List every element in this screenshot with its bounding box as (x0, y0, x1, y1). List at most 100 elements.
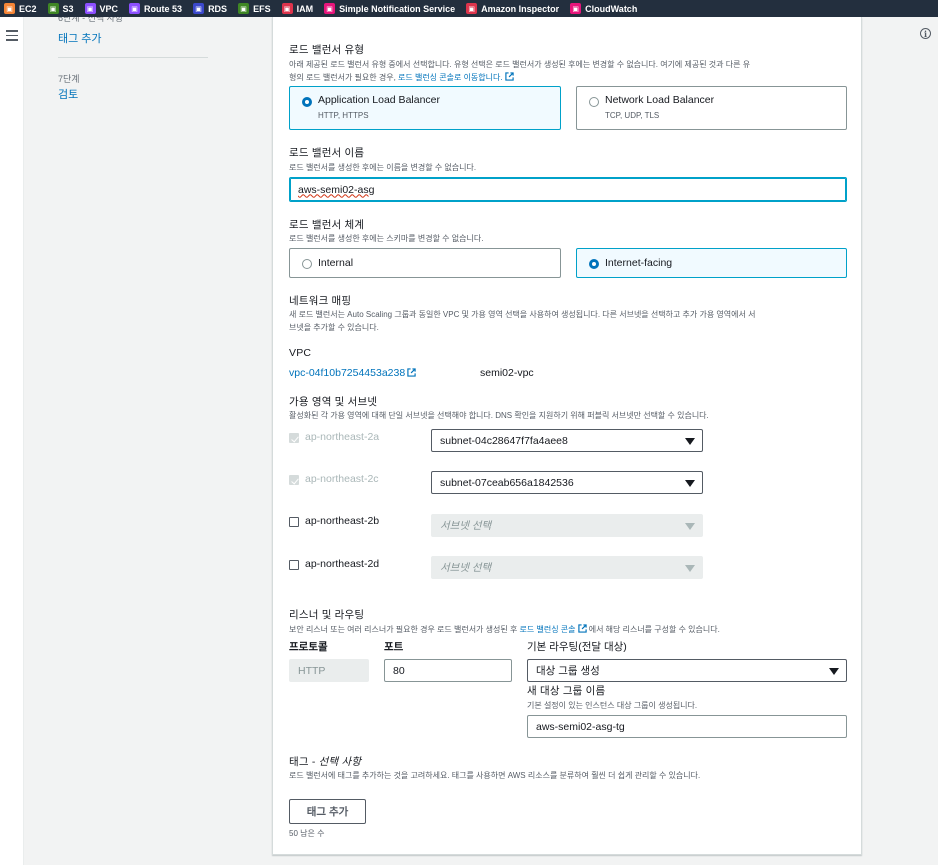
info-icon[interactable]: i (920, 28, 931, 39)
az-2c-checkbox[interactable] (289, 475, 299, 485)
step-add-tags-link[interactable]: 태그 추가 (58, 30, 102, 46)
lb-type-description: 아래 제공된 로드 밸런서 유형 중에서 선택합니다. 유형 선택은 로드 밸런… (289, 60, 751, 82)
az-2c-subnet-select[interactable]: subnet-07ceab656a1842536 (431, 471, 703, 494)
favorite-iam[interactable]: ▣ IAM (281, 3, 314, 14)
port-column-header: 포트 (384, 641, 404, 653)
menu-icon[interactable] (6, 30, 18, 44)
step-divider (58, 57, 208, 58)
lb-console-link[interactable]: 로드 밸런싱 콘솔로 이동합니다. (398, 73, 503, 82)
wizard-steps: 6단계 - 선택 사항 태그 추가 7단계 검토 (24, 17, 224, 865)
favorite-label: S3 (62, 3, 74, 14)
efs-icon: ▣ (238, 3, 250, 14)
chevron-down-icon (685, 564, 695, 572)
protocol-field: HTTP (289, 659, 369, 682)
vpc-icon: ▣ (84, 3, 96, 14)
cloudwatch-icon: ▣ (570, 3, 582, 14)
alb-radio[interactable] (302, 97, 312, 107)
scheme-internal-tile[interactable]: Internal (289, 248, 561, 278)
chevron-down-icon (685, 522, 695, 530)
favorite-label: CloudWatch (585, 3, 638, 14)
chevron-down-icon (685, 479, 695, 487)
favorite-s3[interactable]: ▣ S3 (47, 3, 74, 14)
favorite-route53[interactable]: ▣ Route 53 (129, 3, 182, 14)
routing-column-header: 기본 라우팅(전달 대상) (527, 641, 627, 653)
lb-name-input[interactable]: aws-semi02-asg (289, 177, 847, 202)
network-mapping-heading: 네트워크 매핑 (289, 295, 352, 307)
favorite-label: EFS (253, 3, 271, 14)
external-link-icon (504, 72, 514, 81)
lb-console-link-2[interactable]: 로드 밸런싱 콘솔 (520, 625, 576, 634)
favorite-label: RDS (208, 3, 228, 14)
internal-radio[interactable] (302, 259, 312, 269)
ec2-icon: ▣ (4, 3, 15, 14)
favorite-vpc[interactable]: ▣ VPC (84, 3, 118, 14)
az-2a-checkbox[interactable] (289, 433, 299, 443)
side-nav-gutter (0, 17, 24, 865)
vpc-id-link[interactable]: vpc-04f10b7254453a238 (289, 367, 416, 379)
favorites-bar: ▣ EC2 ▣ S3 ▣ VPC ▣ Route 53 ▣ RDS ▣ EFS ▣ IAM ▣ Simple … (0, 0, 938, 17)
tags-heading: 태그 - 선택 사항 (289, 756, 362, 768)
favorite-efs[interactable]: ▣ EFS (238, 3, 271, 14)
step-7-label: 7단계 (58, 74, 80, 84)
alb-option-tile[interactable]: Application Load Balancer HTTP, HTTPS (289, 86, 561, 130)
routing-select[interactable]: 대상 그룹 생성 (527, 659, 847, 682)
az-2a-label: ap-northeast-2a (305, 431, 380, 443)
step-6-label: 6단계 - 선택 사항 (58, 17, 124, 23)
lb-scheme-description: 로드 밸런서를 생성한 후에는 스키마를 변경할 수 없습니다. (289, 234, 484, 243)
internet-facing-radio[interactable] (589, 259, 599, 269)
listeners-heading: 리스너 및 라우팅 (289, 609, 365, 621)
chevron-down-icon (829, 667, 839, 675)
nlb-protocols: TCP, UDP, TLS (605, 111, 660, 120)
favorite-cloudwatch[interactable]: ▣ CloudWatch (570, 3, 637, 14)
lb-name-value: aws-semi02-asg (298, 183, 375, 196)
route53-icon: ▣ (129, 3, 141, 14)
az-2a-subnet-select[interactable]: subnet-04c28647f7fa4aee8 (431, 429, 703, 452)
favorite-label: Amazon Inspector (481, 3, 560, 14)
lb-name-heading: 로드 밸런서 이름 (289, 147, 365, 159)
tags-description: 로드 밸런서에 태그를 추가하는 것을 고려하세요. 태그를 사용하면 AWS … (289, 771, 701, 780)
target-group-name-input[interactable]: aws-semi02-asg-tg (527, 715, 847, 738)
vpc-name: semi02-vpc (480, 367, 534, 379)
new-target-group-description: 기본 설정이 있는 인스턴스 대상 그룹이 생성됩니다. (527, 701, 698, 710)
az-heading: 가용 영역 및 서브넷 (289, 396, 378, 408)
az-2d-label: ap-northeast-2d (305, 558, 380, 570)
favorite-inspector[interactable]: ▣ Amazon Inspector (466, 3, 559, 14)
network-mapping-description: 새 로드 밸런서는 Auto Scaling 그룹과 동일한 VPC 및 가용 … (289, 310, 756, 332)
vpc-label: VPC (289, 347, 312, 359)
lb-name-description: 로드 밸런서를 생성한 후에는 이름을 변경할 수 없습니다. (289, 163, 477, 172)
add-tag-button[interactable]: 태그 추가 (289, 799, 366, 824)
chevron-down-icon (685, 437, 695, 445)
nlb-option-tile[interactable]: Network Load Balancer TCP, UDP, TLS (576, 86, 847, 130)
scheme-internet-facing-tile[interactable]: Internet-facing (576, 248, 847, 278)
internet-facing-label: Internet-facing (605, 257, 673, 269)
az-2b-label: ap-northeast-2b (305, 515, 380, 527)
tags-remaining: 50 남은 수 (289, 829, 325, 838)
iam-icon: ▣ (281, 3, 293, 14)
load-balancer-panel: 로드 밸런서 유형 아래 제공된 로드 밸런서 유형 중에서 선택합니다. 유형… (272, 17, 862, 855)
az-2b-subnet-select: 서브넷 선택 (431, 514, 703, 537)
s3-icon: ▣ (47, 3, 59, 14)
internal-label: Internal (318, 257, 354, 269)
inspector-icon: ▣ (466, 3, 478, 14)
nlb-radio[interactable] (589, 97, 599, 107)
favorite-ec2[interactable]: ▣ EC2 (4, 3, 37, 14)
favorite-label: Route 53 (144, 3, 183, 14)
external-link-icon (577, 624, 587, 633)
favorite-rds[interactable]: ▣ RDS (193, 3, 227, 14)
favorite-sns[interactable]: ▣ Simple Notification Service (324, 3, 455, 14)
favorite-label: IAM (296, 3, 314, 14)
step-review-link[interactable]: 검토 (58, 86, 78, 102)
port-input[interactable]: 80 (384, 659, 512, 682)
new-target-group-label: 새 대상 그룹 이름 (527, 685, 606, 697)
alb-title: Application Load Balancer (318, 94, 441, 106)
listeners-description: 보안 리스너 또는 여러 리스너가 필요한 경우 로드 밸런서가 생성된 후 로… (289, 624, 720, 634)
protocol-column-header: 프로토콜 (289, 641, 328, 653)
favorite-label: Simple Notification Service (339, 3, 456, 14)
az-2b-checkbox[interactable] (289, 517, 299, 527)
az-2d-checkbox[interactable] (289, 560, 299, 570)
nlb-title: Network Load Balancer (605, 94, 715, 106)
rds-icon: ▣ (193, 3, 205, 14)
az-2d-subnet-select: 서브넷 선택 (431, 556, 703, 579)
favorite-label: EC2 (19, 3, 37, 14)
alb-protocols: HTTP, HTTPS (318, 111, 369, 120)
